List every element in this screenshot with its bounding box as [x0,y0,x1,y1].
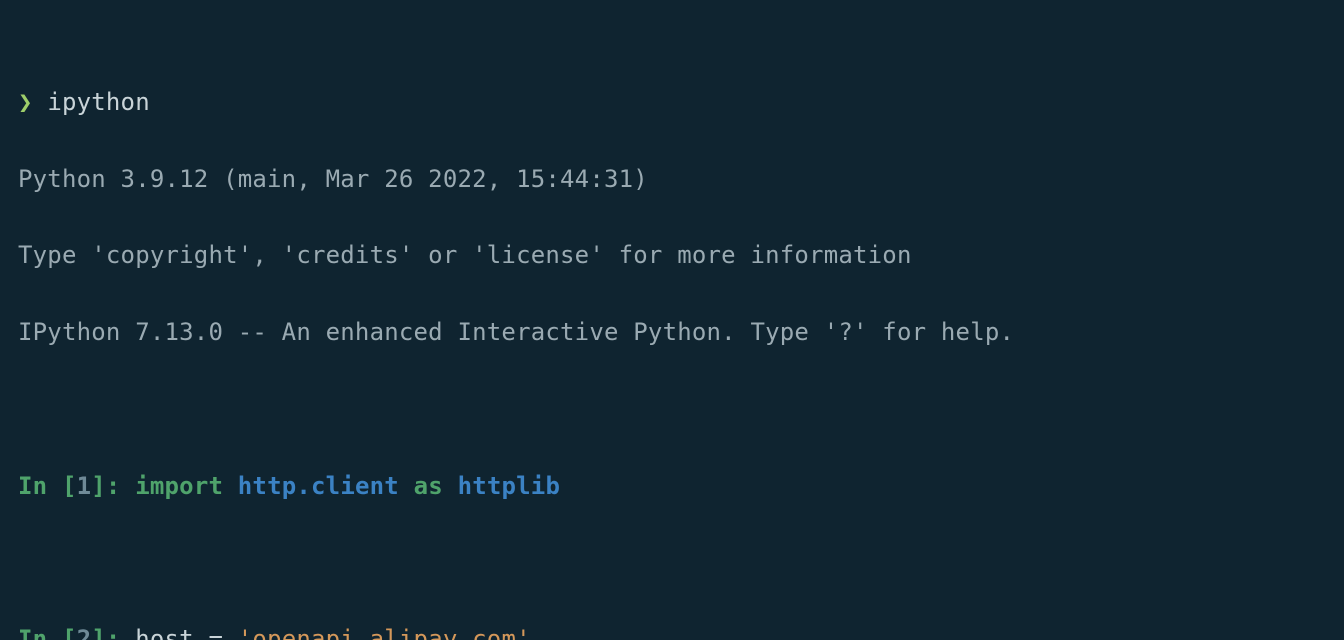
input-2: In [2]: host = 'openapi.alipay.com' [18,620,1326,640]
type-help-line: Type 'copyright', 'credits' or 'license'… [18,236,1326,274]
blank-line [18,543,1326,581]
code-text: host = [135,625,238,640]
blank-line [18,390,1326,428]
bracket-close: ]: [91,625,135,640]
shell-command: ipython [47,88,150,116]
keyword-import: import [135,472,223,500]
bracket-close: ]: [91,472,135,500]
input-1: In [1]: import http.client as httplib [18,467,1326,505]
in-number: 2 [77,625,92,640]
python-version-line: Python 3.9.12 (main, Mar 26 2022, 15:44:… [18,160,1326,198]
bracket-open: [ [62,472,77,500]
in-label: In [18,472,62,500]
shell-prompt-line: ❯ ipython [18,83,1326,121]
ipython-version-line: IPython 7.13.0 -- An enhanced Interactiv… [18,313,1326,351]
string-literal: 'openapi.alipay.com' [238,625,531,640]
in-number: 1 [77,472,92,500]
terminal[interactable]: ❯ ipython Python 3.9.12 (main, Mar 26 20… [0,0,1344,640]
in-label: In [18,625,62,640]
bracket-open: [ [62,625,77,640]
shell-prompt-symbol: ❯ [18,88,33,116]
module-name: http.client [238,472,399,500]
keyword-as: as [414,472,443,500]
alias-name: httplib [458,472,561,500]
